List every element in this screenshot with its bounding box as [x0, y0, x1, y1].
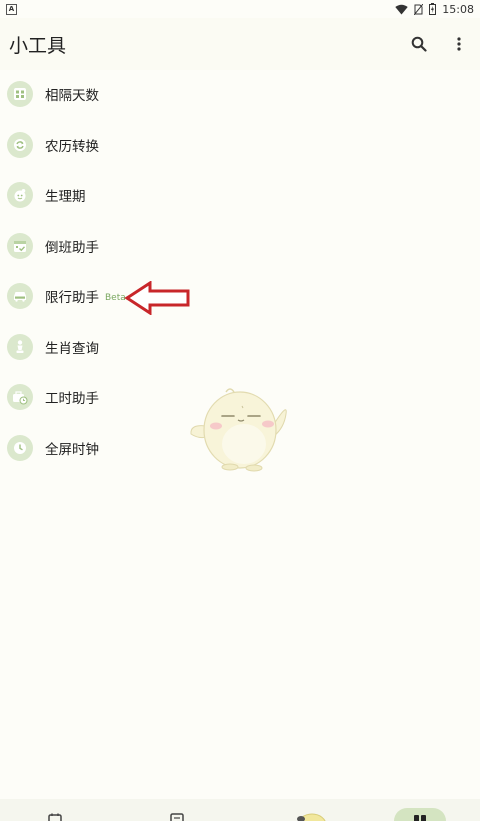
calendar-grid-icon [7, 81, 33, 108]
calendar-check-icon [7, 232, 33, 259]
status-time: 15:08 [442, 2, 474, 16]
note-icon [170, 813, 184, 821]
tab-tools[interactable] [405, 799, 435, 821]
tool-label: 倒班助手 [45, 239, 99, 256]
tool-label: 相隔天数 [45, 88, 99, 105]
tool-label: 限行助手 Beta [45, 286, 126, 306]
notification-icon: A [6, 3, 17, 15]
status-bar: A 15:08 [0, 0, 480, 18]
tool-label: 工时助手 [45, 391, 99, 408]
tab-notes[interactable] [162, 799, 192, 821]
annotation-arrow [124, 281, 190, 315]
tool-item-shift-assistant[interactable]: 倒班助手 [0, 221, 480, 272]
tool-item-period[interactable]: 生理期 [0, 170, 480, 221]
briefcase-clock-icon [7, 384, 33, 411]
mascot-illustration [190, 388, 287, 472]
search-icon [411, 36, 427, 52]
chess-pawn-icon [7, 333, 33, 360]
sync-icon [7, 131, 33, 158]
tool-label: 生理期 [45, 189, 86, 206]
bottom-navigation [0, 799, 480, 821]
face-icon [7, 182, 33, 209]
battery-icon [429, 3, 437, 15]
calendar-icon [48, 813, 62, 821]
car-icon [7, 283, 33, 310]
tab-mascot[interactable] [294, 799, 330, 821]
tool-label: 全屏时钟 [45, 441, 99, 458]
tool-label-text: 限行助手 [45, 290, 99, 307]
more-vert-icon [457, 37, 461, 51]
app-bar: 小工具 [0, 18, 480, 70]
tool-item-days-between[interactable]: 相隔天数 [0, 69, 480, 120]
tab-calendar[interactable] [40, 799, 70, 821]
no-sim-icon [414, 3, 424, 15]
tool-item-zodiac-lookup[interactable]: 生肖查询 [0, 322, 480, 373]
beta-badge: Beta [105, 293, 126, 304]
tool-item-traffic-restriction[interactable]: 限行助手 Beta [0, 271, 480, 322]
tool-label: 农历转换 [45, 138, 99, 155]
more-options-button[interactable] [448, 33, 470, 55]
mascot-tab-icon [297, 813, 326, 821]
tool-label: 生肖查询 [45, 340, 99, 357]
grid-tools-icon [414, 815, 426, 821]
tool-item-lunar-convert[interactable]: 农历转换 [0, 120, 480, 171]
clock-icon [7, 434, 33, 461]
page-title: 小工具 [9, 34, 67, 57]
wifi-icon [395, 4, 408, 14]
search-button[interactable] [408, 33, 430, 55]
